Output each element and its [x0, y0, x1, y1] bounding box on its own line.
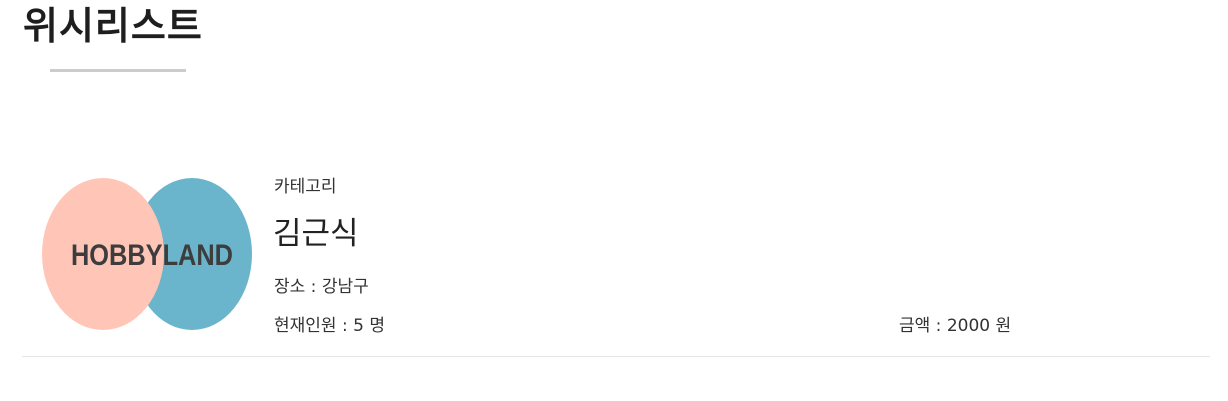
wishlist-item[interactable]: HOBBYLAND 카테고리 김근식 장소 : 강남구 현재인원 : 5 명 금… [22, 170, 1210, 357]
hobbyland-logo-image[interactable]: HOBBYLAND [42, 177, 254, 331]
item-category: 카테고리 [274, 177, 337, 197]
item-current-members: 현재인원 : 5 명 [274, 316, 385, 336]
item-price: 금액 : 2000 원 [899, 316, 1012, 336]
logo-text: HOBBYLAND [71, 239, 233, 272]
page-title: 위시리스트 [23, 4, 203, 48]
wishlist-page: 위시리스트 HOBBYLAND 카테고리 김근식 장소 : 강남구 현재인원 :… [0, 0, 1228, 401]
title-underline [50, 69, 186, 72]
item-location: 장소 : 강남구 [274, 277, 369, 297]
item-name-link[interactable]: 김근식 [273, 214, 359, 254]
